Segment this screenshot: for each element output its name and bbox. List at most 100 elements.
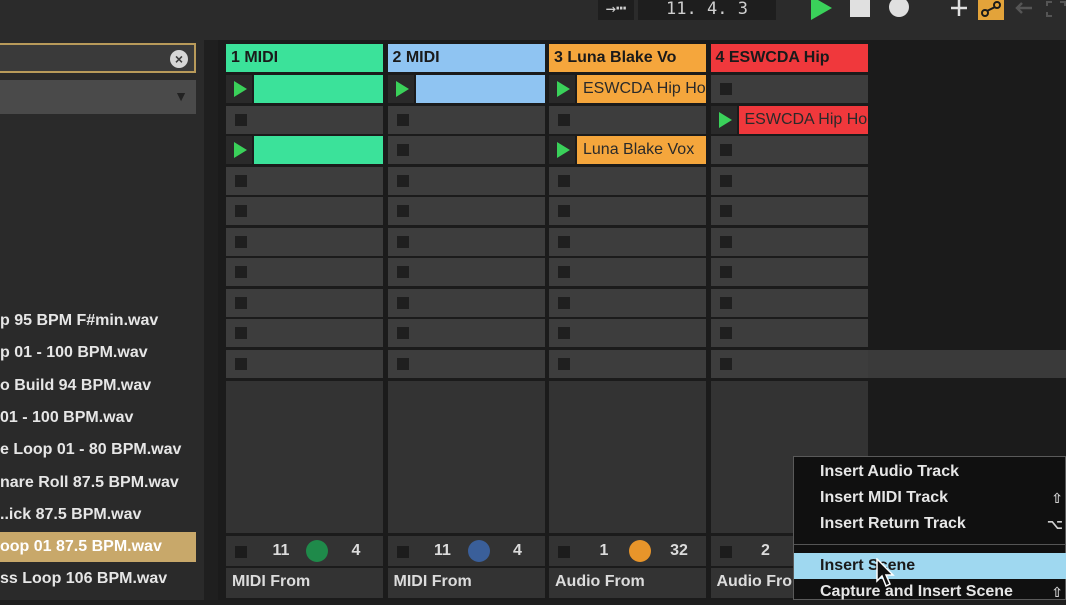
- file-list-item[interactable]: p 01 - 100 BPM.wav: [0, 338, 196, 368]
- clip-slot[interactable]: [387, 197, 545, 225]
- browser-filter-dropdown[interactable]: ▼: [0, 80, 196, 114]
- clip-slot[interactable]: [387, 350, 545, 378]
- slot-stop-icon[interactable]: [396, 114, 409, 126]
- track-stop-icon[interactable]: [558, 546, 570, 558]
- track-header[interactable]: 3 Luna Blake Vo: [549, 44, 706, 72]
- clip-slot[interactable]: [710, 197, 868, 225]
- track-header[interactable]: 1 MIDI: [226, 44, 383, 72]
- clip-slot[interactable]: [549, 350, 706, 378]
- menu-item[interactable]: Insert Return Track ⌥: [794, 511, 1066, 537]
- track-stop-icon[interactable]: [719, 546, 732, 558]
- track-knob-icon[interactable]: [467, 540, 490, 562]
- slot-stop-icon[interactable]: [396, 144, 409, 156]
- file-list-item[interactable]: o Build 94 BPM.wav: [0, 371, 196, 401]
- clip-slot[interactable]: [549, 289, 706, 317]
- clip-launch-icon[interactable]: [387, 75, 414, 103]
- file-list-item[interactable]: e Loop 01 - 80 BPM.wav: [0, 435, 196, 465]
- clip-slot[interactable]: [549, 258, 706, 286]
- slot-stop-icon[interactable]: [558, 114, 570, 126]
- menu-item[interactable]: Insert Audio Track: [794, 459, 1066, 485]
- clip-slot[interactable]: [226, 350, 383, 378]
- add-icon[interactable]: [946, 0, 972, 20]
- track-stop-icon[interactable]: [396, 546, 409, 558]
- clip[interactable]: ESWCDA Hip Ho: [549, 75, 706, 103]
- slot-stop-icon[interactable]: [719, 358, 732, 370]
- clip-label[interactable]: [415, 75, 545, 103]
- clip-slot[interactable]: [387, 167, 545, 195]
- automation-arm-icon[interactable]: [978, 0, 1004, 20]
- clip-slot[interactable]: [226, 258, 383, 286]
- menu-item[interactable]: Insert MIDI Track ⇧: [794, 485, 1066, 511]
- clip-slot[interactable]: [549, 319, 706, 347]
- file-list-item[interactable]: p 95 BPM F#min.wav: [0, 306, 196, 336]
- slot-stop-icon[interactable]: [719, 236, 732, 248]
- clip-slot[interactable]: [549, 197, 706, 225]
- clip-label[interactable]: ESWCDA Hip Ho: [738, 106, 868, 134]
- track-knob-icon[interactable]: [306, 540, 328, 562]
- clip-slot[interactable]: [710, 289, 868, 317]
- clip-launch-icon[interactable]: [710, 106, 737, 134]
- record-button[interactable]: [886, 0, 912, 20]
- menu-item[interactable]: Capture and Insert Scene ⇧: [794, 579, 1066, 605]
- file-list-item[interactable]: oop 01 87.5 BPM.wav: [0, 532, 196, 563]
- slot-stop-icon[interactable]: [235, 114, 247, 126]
- clip-slot[interactable]: [387, 319, 545, 347]
- clip-slot[interactable]: [710, 319, 868, 347]
- slot-stop-icon[interactable]: [396, 205, 409, 217]
- file-list-item[interactable]: 01 - 100 BPM.wav: [0, 403, 196, 433]
- song-position-display[interactable]: 11. 4. 3: [638, 0, 776, 20]
- slot-stop-icon[interactable]: [235, 266, 247, 278]
- clip-launch-icon[interactable]: [226, 136, 252, 164]
- clip[interactable]: [387, 75, 545, 103]
- clip-slot[interactable]: [387, 289, 545, 317]
- track-knob-icon[interactable]: [629, 540, 651, 562]
- clip[interactable]: ESWCDA Hip Ho: [710, 106, 868, 134]
- slot-stop-icon[interactable]: [235, 236, 247, 248]
- slot-stop-icon[interactable]: [235, 327, 247, 339]
- slot-stop-icon[interactable]: [719, 144, 732, 156]
- slot-stop-icon[interactable]: [235, 205, 247, 217]
- clip-slot[interactable]: [387, 106, 545, 134]
- clip-slot[interactable]: [710, 258, 868, 286]
- slot-stop-icon[interactable]: [235, 297, 247, 309]
- slot-stop-icon[interactable]: [558, 236, 570, 248]
- clip-slot[interactable]: [387, 258, 545, 286]
- clip-slot[interactable]: [226, 167, 383, 195]
- slot-stop-icon[interactable]: [396, 175, 409, 187]
- slot-stop-icon[interactable]: [558, 358, 570, 370]
- track-header[interactable]: 4 ESWCDA Hip: [710, 44, 868, 72]
- slot-stop-icon[interactable]: [558, 266, 570, 278]
- slot-stop-icon[interactable]: [396, 358, 409, 370]
- slot-stop-icon[interactable]: [558, 205, 570, 217]
- back-arrow-icon[interactable]: [1012, 0, 1038, 20]
- clip-label[interactable]: ESWCDA Hip Ho: [577, 75, 706, 103]
- slot-stop-icon[interactable]: [396, 236, 409, 248]
- file-list-item[interactable]: ss Loop 106 BPM.wav: [0, 564, 196, 594]
- track-header[interactable]: 2 MIDI: [387, 44, 545, 72]
- slot-stop-icon[interactable]: [235, 175, 247, 187]
- slot-stop-icon[interactable]: [719, 175, 732, 187]
- slot-stop-icon[interactable]: [558, 327, 570, 339]
- track-stop-icon[interactable]: [235, 546, 247, 558]
- clip[interactable]: [226, 75, 383, 103]
- clip-slot[interactable]: [710, 350, 868, 378]
- clip-slot[interactable]: [226, 106, 383, 134]
- clip-slot[interactable]: [226, 289, 383, 317]
- clip-launch-icon[interactable]: [549, 136, 575, 164]
- slot-stop-icon[interactable]: [719, 297, 732, 309]
- clip-slot[interactable]: [387, 228, 545, 256]
- fullscreen-icon[interactable]: [1044, 0, 1066, 20]
- play-button[interactable]: [808, 0, 834, 20]
- file-list-item[interactable]: nare Roll 87.5 BPM.wav: [0, 468, 196, 498]
- clip[interactable]: [226, 136, 383, 164]
- clip-launch-icon[interactable]: [549, 75, 575, 103]
- slot-stop-icon[interactable]: [396, 266, 409, 278]
- slot-stop-icon[interactable]: [558, 175, 570, 187]
- file-list-item[interactable]: ..ick 87.5 BPM.wav: [0, 500, 196, 530]
- clip-label[interactable]: [254, 136, 383, 164]
- slot-stop-icon[interactable]: [396, 327, 409, 339]
- slot-stop-icon[interactable]: [719, 83, 732, 95]
- clip-slot[interactable]: [226, 228, 383, 256]
- slot-stop-icon[interactable]: [235, 358, 247, 370]
- clip-slot[interactable]: [226, 319, 383, 347]
